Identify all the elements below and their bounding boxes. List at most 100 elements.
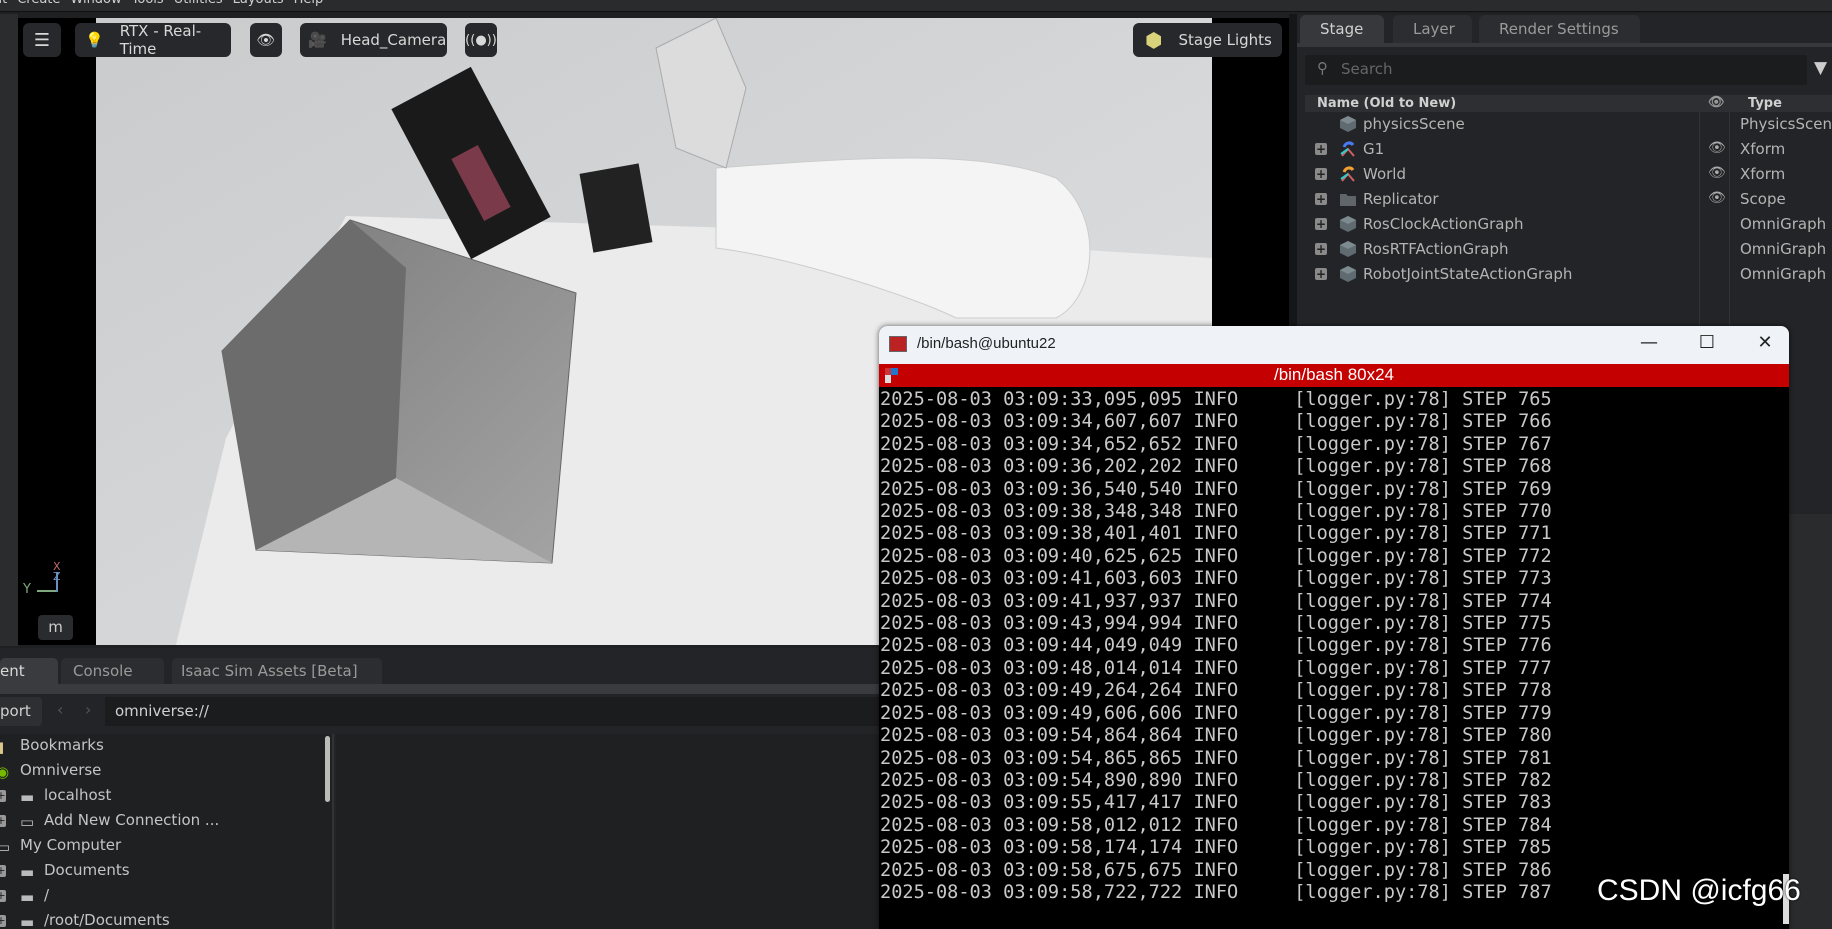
sun-icon: ⬢ — [1145, 28, 1163, 52]
stage-row-name: RosRTFActionGraph — [1363, 240, 1509, 258]
menu-item-utilities[interactable]: Utilities — [174, 0, 223, 7]
minimize-button[interactable]: — — [1629, 332, 1669, 353]
terminal-window-title: /bin/bash@ubuntu22 — [917, 335, 1056, 352]
broadcast-button[interactable]: ((●)) — [465, 23, 497, 57]
column-visibility-eye-icon[interactable]: 👁 — [1708, 95, 1725, 110]
terminal-line: 2025-08-03 03:09:54,865,865 INFO [logger… — [880, 747, 1552, 769]
menu-item-create[interactable]: Create — [17, 0, 60, 7]
tab-render-settings[interactable]: Render Settings — [1479, 15, 1640, 43]
terminal-line: 2025-08-03 03:09:43,994,994 INFO [logger… — [880, 613, 1552, 635]
drive-icon: ▬ — [20, 888, 35, 906]
drive-icon: ▬ — [20, 913, 35, 929]
expand-plus-icon[interactable]: + — [1315, 168, 1327, 180]
viewport-settings-button[interactable]: ☰ — [23, 23, 61, 57]
tab-isaac-sim-assets[interactable]: Isaac Sim Assets [Beta] — [172, 658, 382, 684]
tree-item-label: localhost — [44, 786, 112, 804]
terminal-line: 2025-08-03 03:09:58,174,174 INFO [logger… — [880, 837, 1552, 859]
stage-row[interactable]: + RosClockActionGraph OmniGraph — [1305, 212, 1832, 237]
menu-item-help[interactable]: Help — [294, 0, 324, 7]
cube-icon — [1339, 215, 1357, 233]
tab-strip — [0, 684, 880, 694]
camera-button[interactable]: 🎥 Head_Camera — [300, 23, 447, 57]
xform-blue-icon — [1339, 140, 1357, 158]
visibility-button[interactable]: 👁 — [250, 23, 282, 57]
tree-item-label: My Computer — [20, 836, 122, 854]
stage-row-type: OmniGraph — [1740, 265, 1827, 283]
column-name[interactable]: Name (Old to New) — [1317, 96, 1456, 111]
column-type[interactable]: Type — [1748, 96, 1782, 111]
drive-icon: ▬ — [20, 863, 35, 881]
expand-plus-icon[interactable]: + — [1315, 268, 1327, 280]
tab-console[interactable]: Console — [61, 658, 164, 684]
units-button[interactable]: m — [38, 615, 73, 640]
cube-icon — [1339, 240, 1357, 258]
camera-lock-icon: 🎥 — [308, 31, 327, 49]
stage-row[interactable]: + Replicator 👁 Scope — [1305, 187, 1832, 212]
terminal-line: 2025-08-03 03:09:36,540,540 INFO [logger… — [880, 478, 1552, 500]
terminal-app-icon — [889, 336, 907, 352]
tab-content[interactable]: ent — [0, 658, 58, 684]
computer-icon: ▭ — [0, 838, 10, 856]
expand-plus-icon[interactable]: + — [1315, 193, 1327, 205]
eye-icon[interactable]: 👁 — [1708, 190, 1726, 206]
expand-plus-icon[interactable]: + — [0, 890, 6, 902]
menu-item-edit[interactable]: Edit — [0, 0, 7, 7]
menu-item-layouts[interactable]: Layouts — [233, 0, 284, 7]
stage-row[interactable]: + RobotJointStateActionGraph OmniGraph — [1305, 262, 1832, 287]
stage-row[interactable]: + World 👁 Xform — [1305, 162, 1832, 187]
search-icon: ⚲ — [1317, 59, 1328, 77]
tree-item-label: Bookmarks — [20, 736, 104, 754]
stage-row[interactable]: + G1 👁 Xform — [1305, 137, 1832, 162]
back-arrow-icon[interactable]: ‹ — [57, 700, 63, 719]
terminal-line: 2025-08-03 03:09:55,417,417 INFO [logger… — [880, 792, 1552, 814]
stage-header: Name (Old to New) 👁 Type — [1305, 95, 1832, 112]
stage-row-name: Replicator — [1363, 190, 1439, 208]
terminal-line: 2025-08-03 03:09:34,652,652 INFO [logger… — [880, 433, 1552, 455]
left-toolbar-strip — [0, 14, 18, 646]
stage-search-input[interactable]: ⚲ Search — [1305, 55, 1807, 85]
menu-item-tools[interactable]: Tools — [132, 0, 164, 7]
axis-y-label: Y — [23, 582, 31, 597]
stage-row[interactable]: + RosRTFActionGraph OmniGraph — [1305, 237, 1832, 262]
filter-icon[interactable]: ▼ — [1814, 58, 1827, 78]
tab-layer[interactable]: Layer — [1393, 15, 1472, 43]
expand-plus-icon[interactable]: + — [0, 815, 6, 827]
stage-row-type: PhysicsScene — [1740, 115, 1832, 133]
expand-plus-icon[interactable]: + — [1315, 243, 1327, 255]
expand-plus-icon[interactable]: + — [0, 915, 6, 927]
expand-plus-icon[interactable]: + — [1315, 143, 1327, 155]
menu-item-window[interactable]: Window — [70, 0, 121, 7]
close-button[interactable]: ✕ — [1745, 332, 1785, 353]
terminal-line: 2025-08-03 03:09:38,401,401 INFO [logger… — [880, 523, 1552, 545]
eye-icon[interactable]: 👁 — [1708, 140, 1726, 156]
cube-icon — [1339, 265, 1357, 283]
stage-row-name: RobotJointStateActionGraph — [1363, 265, 1573, 283]
terminal-window[interactable]: /bin/bash@ubuntu22 — ☐ ✕ /bin/bash 80x24… — [879, 326, 1789, 929]
stage-row-name: physicsScene — [1363, 115, 1465, 133]
stage-row-name: RosClockActionGraph — [1363, 215, 1524, 233]
stage-row[interactable]: physicsScene PhysicsScene — [1305, 112, 1832, 137]
terminal-line: 2025-08-03 03:09:49,606,606 INFO [logger… — [880, 702, 1552, 724]
axis-y-line — [37, 590, 57, 592]
renderer-label: RTX - Real-Time — [119, 22, 202, 58]
renderer-button[interactable]: 💡 RTX - Real-Time — [75, 22, 231, 58]
path-input[interactable]: omniverse:// — [105, 697, 880, 726]
terminal-line: 2025-08-03 03:09:44,049,049 INFO [logger… — [880, 635, 1552, 657]
stage-lights-button[interactable]: ⬢ Stage Lights — [1133, 23, 1282, 57]
camera-label: Head_Camera — [340, 31, 447, 49]
tree-item-label: /root/Documents — [44, 911, 170, 929]
forward-arrow-icon[interactable]: › — [85, 700, 91, 719]
import-button[interactable]: port — [0, 697, 42, 726]
server-icon: ▬ — [20, 788, 35, 806]
terminal-menu-icon[interactable] — [885, 368, 898, 383]
tree-scrollbar[interactable] — [325, 736, 330, 802]
maximize-button[interactable]: ☐ — [1687, 332, 1727, 353]
expand-plus-icon[interactable]: + — [0, 790, 6, 802]
terminal-titlebar[interactable]: /bin/bash@ubuntu22 — ☐ ✕ — [879, 326, 1789, 364]
tab-stage[interactable]: Stage — [1300, 15, 1384, 43]
bookmark-icon: ▮ — [0, 738, 4, 756]
file-list — [336, 734, 880, 929]
eye-icon[interactable]: 👁 — [1708, 165, 1726, 181]
expand-plus-icon[interactable]: + — [1315, 218, 1327, 230]
expand-plus-icon[interactable]: + — [0, 865, 6, 877]
